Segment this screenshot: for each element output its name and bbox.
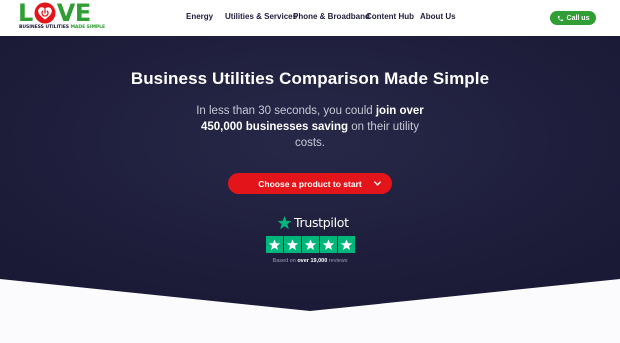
rating-star-icon (338, 236, 355, 253)
phone-icon (557, 15, 563, 21)
logo-letter-e: E (74, 0, 91, 27)
logo-letter-l: L (18, 0, 33, 27)
call-us-label: Call us (566, 14, 590, 22)
trustpilot-brand: Trustpilot (277, 214, 349, 230)
site-header: L V E BUSINESS UTILITIES MADE SIMPLE Ene… (0, 0, 620, 36)
rating-star-icon (284, 236, 301, 253)
choose-product-label: Choose a product to start (258, 178, 362, 189)
logo-tagline: BUSINESS UTILITIES MADE SIMPLE (19, 25, 105, 30)
trustpilot-star-icon (277, 215, 292, 229)
trustpilot-rating-stars (266, 236, 355, 253)
hero-subtitle: In less than 30 seconds, you could join … (196, 103, 424, 151)
logo-tagline-green: MADE SIMPLE (70, 25, 106, 30)
logo-wordmark: L V E (18, 0, 91, 27)
hero-section: Business Utilities Comparison Made Simpl… (0, 36, 620, 311)
rating-star-icon (302, 236, 319, 253)
chevron-down-icon (374, 181, 381, 186)
trustpilot-name: Trustpilot (294, 214, 349, 230)
rating-star-icon (266, 236, 283, 253)
rating-star-icon (320, 236, 337, 253)
logo-letter-v: V (56, 0, 76, 27)
nav-item-phone-broadband[interactable]: Phone & Broadband (293, 12, 370, 21)
call-us-button[interactable]: Call us (550, 11, 596, 25)
reviews-suffix: reviews (327, 258, 348, 264)
choose-product-button[interactable]: Choose a product to start (228, 173, 392, 194)
logo-tagline-dark: BUSINESS UTILITIES (19, 25, 71, 30)
nav-item-energy[interactable]: Energy (186, 12, 213, 21)
heart-power-icon (34, 2, 56, 24)
trustpilot-review-count: Based on over 19,000 reviews (0, 258, 620, 264)
nav-item-utilities-services[interactable]: Utilities & Services (225, 12, 297, 21)
nav-item-about-us[interactable]: About Us (420, 12, 456, 21)
reviews-count: over 19,000 (297, 258, 328, 264)
nav-item-content-hub[interactable]: Content Hub (366, 12, 414, 21)
hero-subtitle-start: In less than 30 seconds, you could (196, 105, 376, 117)
love-logo[interactable]: L V E BUSINESS UTILITIES MADE SIMPLE (18, 0, 105, 32)
hero-title: Business Utilities Comparison Made Simpl… (130, 69, 490, 88)
reviews-prefix: Based on (272, 258, 298, 264)
